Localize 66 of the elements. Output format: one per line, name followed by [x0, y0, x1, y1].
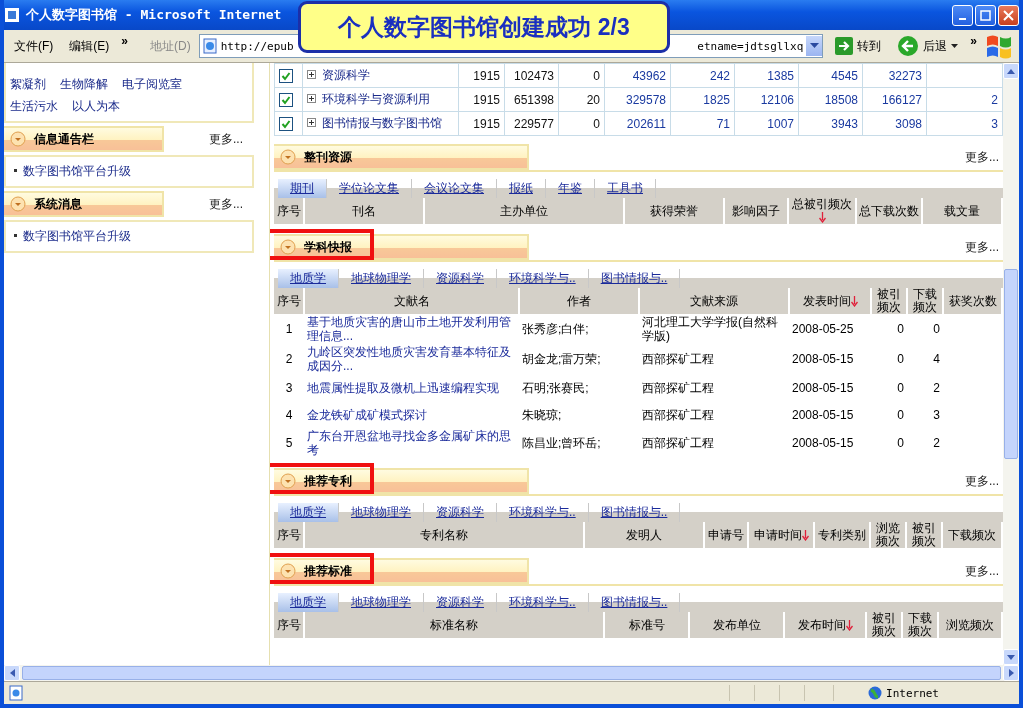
table-cell: 32273	[862, 63, 927, 88]
table-cell-text: 西部探矿工程	[641, 351, 715, 368]
table-cell: 1915	[458, 87, 505, 112]
table-cell: 71	[670, 111, 735, 136]
zone-label: Internet	[886, 686, 939, 700]
table-cell-text: 西部探矿工程	[641, 435, 715, 452]
table-cell-text: 2	[932, 379, 941, 397]
address-label: 地址(D)	[150, 37, 191, 55]
table-cell: 329578	[604, 87, 671, 112]
table-cell: 3943	[798, 111, 863, 136]
table-cell-text: 0	[896, 351, 905, 368]
panel-title: 信息通告栏	[34, 130, 94, 148]
table-cell: 1	[274, 314, 304, 344]
section-title: 学科快报	[304, 238, 352, 256]
table-cell-text: 2008-05-15	[791, 351, 855, 368]
table-cell: 242	[670, 63, 735, 88]
table-cell: 0	[558, 63, 605, 88]
table-cell-text: 陈昌业;曾环岳;	[521, 435, 602, 452]
table-cell: 12106	[734, 87, 799, 112]
table-cell: 2	[926, 87, 1003, 112]
table-cell: 1007	[734, 111, 799, 136]
table-cell-text: 西部探矿工程	[641, 379, 715, 397]
section-title: 推荐标准	[304, 562, 352, 580]
table-cell-text: 朱晓琼;	[521, 406, 563, 424]
table-cell-text: 西部探矿工程	[641, 406, 715, 424]
table-cell: 18508	[798, 87, 863, 112]
section-title: 整刊资源	[304, 148, 352, 166]
table-cell: 2008-05-25	[789, 314, 871, 344]
table-cell: 43962	[604, 63, 671, 88]
table-cell-text: 胡金龙;雷万荣;	[521, 351, 602, 368]
table-cell: 0	[558, 111, 605, 136]
table-cell: 0	[871, 314, 907, 344]
table-cell-text: 3	[284, 379, 294, 397]
table-cell-text: 4	[932, 351, 941, 368]
table-cell: 河北理工大学学报(自然科学版)	[639, 314, 789, 344]
table-cell-text: 5	[284, 435, 294, 452]
table-cell: 202611	[604, 111, 671, 136]
table-cell: 229577	[504, 111, 559, 136]
table-cell-text: 2	[932, 435, 941, 452]
table-cell: 1915	[458, 111, 505, 136]
table-cell: 1915	[458, 63, 505, 88]
table-cell-text: 2	[284, 351, 294, 368]
table-cell: 1825	[670, 87, 735, 112]
table-cell-text: 2008-05-15	[791, 406, 855, 424]
table-cell-text: 0	[896, 406, 905, 424]
table-cell: 166127	[862, 87, 927, 112]
table-cell: 张秀彦;白伴;	[519, 314, 639, 344]
panel-title: 系统消息	[34, 195, 82, 213]
table-cell: 3098	[862, 111, 927, 136]
table-cell-text: 石明;张赛民;	[521, 379, 590, 397]
table-cell: 20	[558, 87, 605, 112]
table-cell: 4545	[798, 63, 863, 88]
section-title: 推荐专利	[304, 472, 352, 490]
table-cell-text: 0	[896, 435, 905, 452]
table-cell-text: 4	[284, 406, 294, 424]
table-cell: 651398	[504, 87, 559, 112]
table-cell-text: 2008-05-15	[791, 379, 855, 397]
table-cell-text: 3	[932, 406, 941, 424]
table-cell-text: 2008-05-15	[791, 435, 855, 452]
window-title: 个人数字图书馆 - Microsoft Internet	[26, 6, 282, 24]
table-cell: 1385	[734, 63, 799, 88]
table-cell: 0	[907, 314, 943, 344]
success-toast: 个人数字图书馆创建成功 2/3	[298, 1, 670, 53]
table-cell: 3	[926, 111, 1003, 136]
table-cell: 102473	[504, 63, 559, 88]
table-cell-text: 0	[896, 379, 905, 397]
